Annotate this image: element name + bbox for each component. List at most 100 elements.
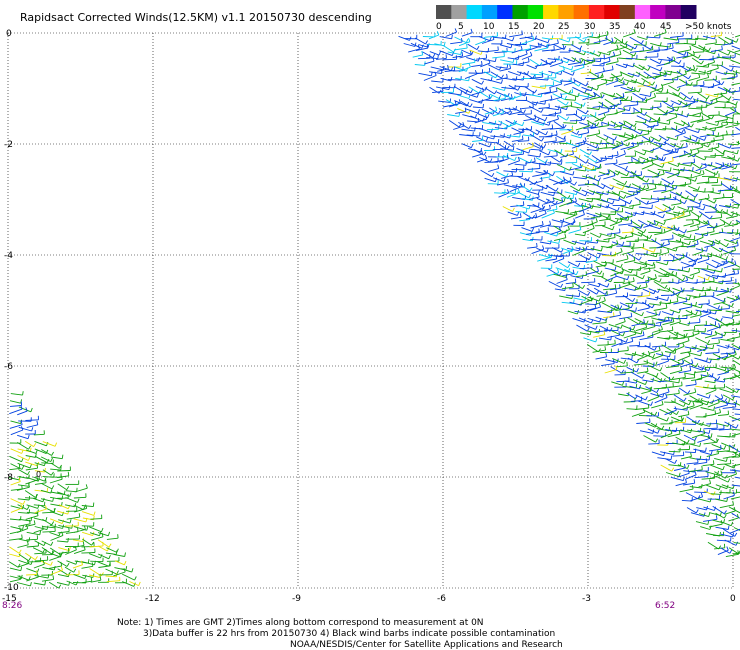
wind-barb-feather: [698, 54, 701, 59]
wind-barb: [511, 127, 522, 133]
wind-barb: [710, 464, 724, 471]
wind-barb-feather: [523, 109, 526, 114]
wind-barb-feather: [60, 475, 63, 480]
wind-barb: [532, 173, 546, 177]
wind-barb: [502, 206, 513, 212]
wind-barb-feather: [715, 38, 717, 43]
wind-barb: [519, 170, 533, 173]
wind-barb: [695, 521, 708, 525]
wind-barb-feather: [52, 575, 55, 580]
wind-barb: [653, 189, 666, 192]
legend-swatch: [680, 5, 697, 19]
wind-barb-feather: [596, 290, 600, 295]
wind-barb: [661, 178, 673, 185]
wind-barb-feather: [697, 225, 700, 230]
wind-barb: [585, 270, 599, 276]
wind-barb-feather: [572, 283, 574, 288]
wind-barb: [510, 216, 522, 220]
wind-barb-feather: [50, 471, 54, 476]
wind-barb-feather: [621, 267, 624, 272]
wind-barb: [33, 433, 45, 436]
wind-barb-feather: [548, 151, 551, 156]
wind-barb: [729, 298, 740, 303]
wind-barb: [34, 559, 48, 562]
wind-barb-feather: [21, 534, 23, 539]
wind-barb-feather: [654, 411, 658, 416]
wind-barb-feather: [60, 566, 63, 571]
wind-barb-feather: [652, 261, 655, 266]
wind-barb: [710, 245, 721, 253]
wind-barb: [575, 274, 587, 278]
wind-barb-feather: [656, 155, 659, 160]
wind-barb-feather: [676, 148, 679, 153]
wind-barb-feather: [721, 45, 723, 50]
wind-barb: [570, 134, 582, 139]
wind-barb: [633, 363, 648, 366]
wind-barb-feather: [625, 338, 629, 343]
wind-barb-feather: [685, 80, 688, 85]
wind-barb: [714, 547, 725, 550]
map-panel: 0 -2 -4 -6 -8 -10 -15 -12 -9 -6 -3 0 8:2…: [2, 28, 740, 611]
wind-barb: [690, 314, 702, 318]
wind-barb: [705, 122, 718, 126]
legend-swatch: [451, 5, 468, 19]
wind-barb-feather: [692, 401, 695, 406]
wind-barb: [678, 414, 689, 418]
wind-barb: [717, 371, 729, 376]
wind-barb-feather: [666, 260, 669, 265]
wind-barb-feather: [617, 207, 620, 212]
legend-tick-35: 35: [609, 22, 620, 32]
wind-barb: [716, 422, 729, 427]
wind-barb-feather: [732, 319, 735, 324]
wind-barb-feather: [631, 158, 633, 163]
wind-barb-feather: [443, 41, 446, 46]
wind-barb: [673, 467, 686, 471]
wind-barb: [617, 350, 629, 353]
wind-barb: [18, 559, 32, 565]
wind-barb: [611, 269, 623, 275]
wind-barb-feather: [568, 38, 571, 43]
wind-barb-feather: [655, 438, 658, 443]
wind-barb: [676, 83, 688, 88]
wind-barb-feather: [644, 380, 648, 385]
wind-barb: [33, 504, 45, 507]
wind-map-figure: Rapidsact Corrected Winds(12.5KM) v1.1 2…: [2, 5, 740, 650]
wind-barb: [478, 142, 490, 148]
wind-barb: [636, 281, 649, 284]
wind-barb-feather: [645, 118, 647, 123]
wind-barb: [711, 443, 725, 450]
wind-barb-feather: [705, 458, 708, 463]
wind-barb: [42, 518, 52, 526]
wind-barb-feather: [690, 452, 692, 457]
wind-barb-feather: [611, 65, 614, 70]
wind-barb-feather: [707, 339, 711, 344]
wind-barb-feather: [653, 248, 656, 253]
wind-barb: [34, 482, 47, 485]
wind-barb-feather: [481, 80, 484, 85]
wind-barb-feather: [654, 184, 657, 189]
wind-barb-feather: [598, 129, 601, 134]
wind-barb-feather: [453, 48, 457, 53]
wind-barb: [703, 441, 718, 445]
wind-barb: [668, 450, 680, 453]
time-label-left: 8:26: [2, 601, 22, 611]
wind-barb: [618, 197, 631, 205]
wind-barb-feather: [572, 171, 575, 176]
wind-barb-feather: [564, 95, 568, 100]
wind-barb-feather: [571, 294, 574, 299]
wind-barb: [588, 252, 599, 259]
wind-barb-feather: [711, 115, 715, 120]
wind-barb-feather: [564, 136, 566, 142]
wind-barb: [639, 336, 654, 341]
wind-barb: [708, 374, 718, 381]
wind-barb-feather: [461, 38, 463, 43]
wind-barb: [714, 119, 728, 123]
wind-barb: [49, 478, 63, 484]
wind-barb-feather: [731, 39, 734, 44]
wind-barb-feather: [656, 372, 659, 377]
wind-barb: [57, 568, 69, 576]
wind-barb: [622, 308, 636, 312]
wind-barb: [624, 260, 635, 264]
wind-barb-feather: [61, 454, 64, 459]
wind-barb-feather: [36, 420, 39, 425]
